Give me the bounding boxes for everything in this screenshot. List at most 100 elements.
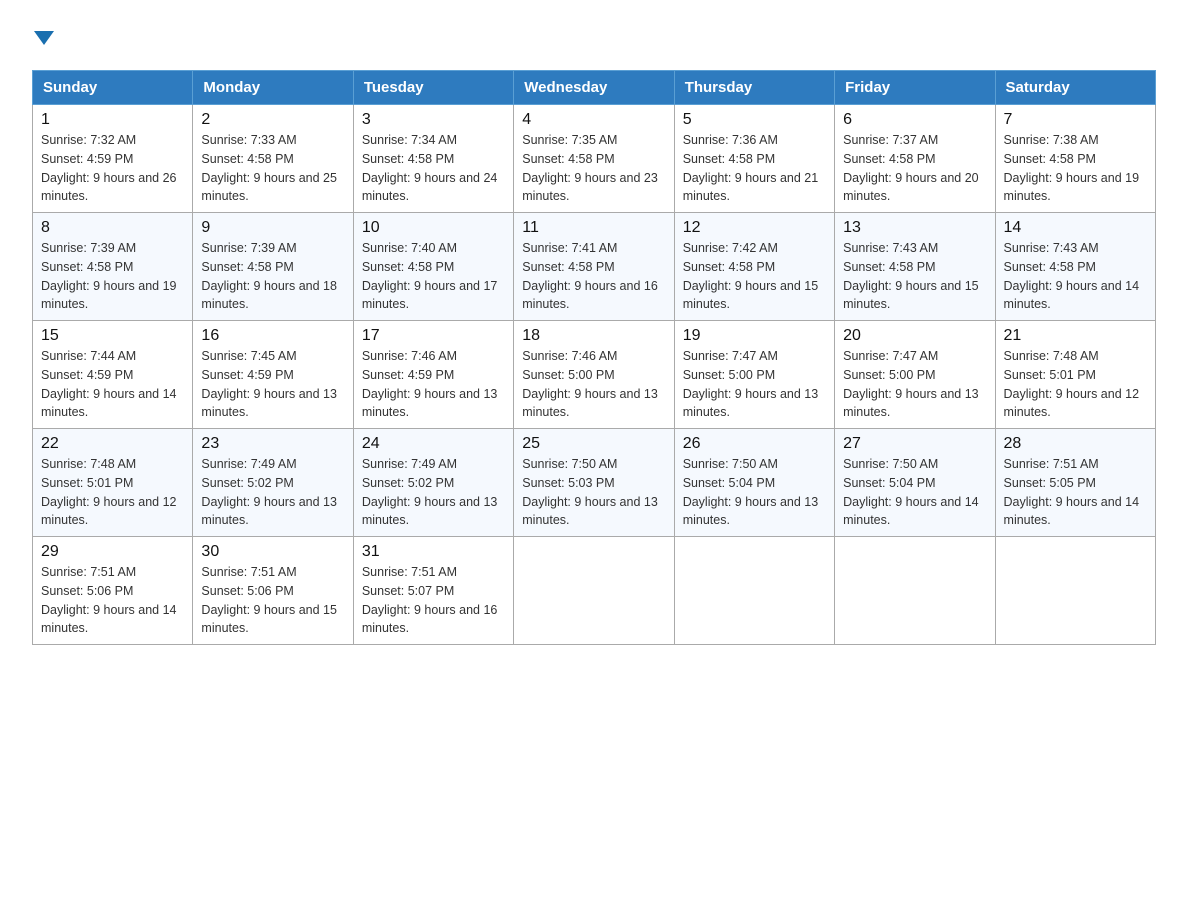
daylight-label: Daylight: 9 hours and 13 minutes. bbox=[683, 387, 819, 420]
week-row-4: 22 Sunrise: 7:48 AM Sunset: 5:01 PM Dayl… bbox=[33, 429, 1156, 537]
calendar-table: SundayMondayTuesdayWednesdayThursdayFrid… bbox=[32, 70, 1156, 645]
daylight-label: Daylight: 9 hours and 24 minutes. bbox=[362, 171, 498, 204]
sunset-label: Sunset: 4:58 PM bbox=[522, 260, 614, 274]
sunrise-label: Sunrise: 7:50 AM bbox=[522, 457, 617, 471]
day-cell-6: 6 Sunrise: 7:37 AM Sunset: 4:58 PM Dayli… bbox=[835, 105, 995, 213]
sunrise-label: Sunrise: 7:49 AM bbox=[201, 457, 296, 471]
sunset-label: Sunset: 5:06 PM bbox=[41, 584, 133, 598]
sunset-label: Sunset: 4:59 PM bbox=[41, 152, 133, 166]
day-cell-26: 26 Sunrise: 7:50 AM Sunset: 5:04 PM Dayl… bbox=[674, 429, 834, 537]
day-info: Sunrise: 7:40 AM Sunset: 4:58 PM Dayligh… bbox=[362, 239, 505, 314]
day-info: Sunrise: 7:39 AM Sunset: 4:58 PM Dayligh… bbox=[41, 239, 184, 314]
sunrise-label: Sunrise: 7:40 AM bbox=[362, 241, 457, 255]
sunset-label: Sunset: 4:58 PM bbox=[1004, 260, 1096, 274]
sunrise-label: Sunrise: 7:38 AM bbox=[1004, 133, 1099, 147]
day-number: 22 bbox=[41, 435, 184, 453]
sunrise-label: Sunrise: 7:51 AM bbox=[1004, 457, 1099, 471]
day-number: 18 bbox=[522, 327, 665, 345]
day-cell-21: 21 Sunrise: 7:48 AM Sunset: 5:01 PM Dayl… bbox=[995, 321, 1155, 429]
sunset-label: Sunset: 4:58 PM bbox=[362, 152, 454, 166]
day-info: Sunrise: 7:36 AM Sunset: 4:58 PM Dayligh… bbox=[683, 131, 826, 206]
day-cell-4: 4 Sunrise: 7:35 AM Sunset: 4:58 PM Dayli… bbox=[514, 105, 674, 213]
day-info: Sunrise: 7:43 AM Sunset: 4:58 PM Dayligh… bbox=[843, 239, 986, 314]
sunset-label: Sunset: 4:58 PM bbox=[201, 152, 293, 166]
sunset-label: Sunset: 4:58 PM bbox=[683, 260, 775, 274]
day-cell-5: 5 Sunrise: 7:36 AM Sunset: 4:58 PM Dayli… bbox=[674, 105, 834, 213]
day-info: Sunrise: 7:51 AM Sunset: 5:05 PM Dayligh… bbox=[1004, 455, 1147, 530]
day-cell-2: 2 Sunrise: 7:33 AM Sunset: 4:58 PM Dayli… bbox=[193, 105, 353, 213]
day-cell-13: 13 Sunrise: 7:43 AM Sunset: 4:58 PM Dayl… bbox=[835, 213, 995, 321]
week-row-2: 8 Sunrise: 7:39 AM Sunset: 4:58 PM Dayli… bbox=[33, 213, 1156, 321]
sunrise-label: Sunrise: 7:35 AM bbox=[522, 133, 617, 147]
day-info: Sunrise: 7:43 AM Sunset: 4:58 PM Dayligh… bbox=[1004, 239, 1147, 314]
empty-cell bbox=[514, 537, 674, 645]
daylight-label: Daylight: 9 hours and 12 minutes. bbox=[41, 495, 177, 528]
sunrise-label: Sunrise: 7:47 AM bbox=[683, 349, 778, 363]
sunrise-label: Sunrise: 7:33 AM bbox=[201, 133, 296, 147]
day-info: Sunrise: 7:50 AM Sunset: 5:04 PM Dayligh… bbox=[843, 455, 986, 530]
day-cell-12: 12 Sunrise: 7:42 AM Sunset: 4:58 PM Dayl… bbox=[674, 213, 834, 321]
day-number: 19 bbox=[683, 327, 826, 345]
daylight-label: Daylight: 9 hours and 12 minutes. bbox=[1004, 387, 1140, 420]
logo bbox=[32, 24, 54, 50]
sunset-label: Sunset: 4:58 PM bbox=[1004, 152, 1096, 166]
daylight-label: Daylight: 9 hours and 21 minutes. bbox=[683, 171, 819, 204]
daylight-label: Daylight: 9 hours and 25 minutes. bbox=[201, 171, 337, 204]
sunset-label: Sunset: 4:58 PM bbox=[201, 260, 293, 274]
day-number: 7 bbox=[1004, 111, 1147, 129]
daylight-label: Daylight: 9 hours and 19 minutes. bbox=[1004, 171, 1140, 204]
sunrise-label: Sunrise: 7:44 AM bbox=[41, 349, 136, 363]
daylight-label: Daylight: 9 hours and 13 minutes. bbox=[522, 387, 658, 420]
sunset-label: Sunset: 5:04 PM bbox=[843, 476, 935, 490]
sunrise-label: Sunrise: 7:43 AM bbox=[843, 241, 938, 255]
day-info: Sunrise: 7:44 AM Sunset: 4:59 PM Dayligh… bbox=[41, 347, 184, 422]
day-number: 1 bbox=[41, 111, 184, 129]
day-cell-15: 15 Sunrise: 7:44 AM Sunset: 4:59 PM Dayl… bbox=[33, 321, 193, 429]
day-info: Sunrise: 7:41 AM Sunset: 4:58 PM Dayligh… bbox=[522, 239, 665, 314]
sunset-label: Sunset: 5:02 PM bbox=[362, 476, 454, 490]
empty-cell bbox=[835, 537, 995, 645]
sunset-label: Sunset: 5:02 PM bbox=[201, 476, 293, 490]
sunset-label: Sunset: 4:59 PM bbox=[362, 368, 454, 382]
daylight-label: Daylight: 9 hours and 14 minutes. bbox=[1004, 279, 1140, 312]
sunset-label: Sunset: 5:04 PM bbox=[683, 476, 775, 490]
daylight-label: Daylight: 9 hours and 16 minutes. bbox=[362, 603, 498, 636]
sunrise-label: Sunrise: 7:34 AM bbox=[362, 133, 457, 147]
day-info: Sunrise: 7:47 AM Sunset: 5:00 PM Dayligh… bbox=[843, 347, 986, 422]
daylight-label: Daylight: 9 hours and 14 minutes. bbox=[41, 603, 177, 636]
daylight-label: Daylight: 9 hours and 15 minutes. bbox=[843, 279, 979, 312]
page-header bbox=[32, 24, 1156, 50]
day-number: 25 bbox=[522, 435, 665, 453]
sunrise-label: Sunrise: 7:48 AM bbox=[1004, 349, 1099, 363]
sunrise-label: Sunrise: 7:46 AM bbox=[362, 349, 457, 363]
calendar-header: SundayMondayTuesdayWednesdayThursdayFrid… bbox=[33, 71, 1156, 105]
sunset-label: Sunset: 5:01 PM bbox=[1004, 368, 1096, 382]
daylight-label: Daylight: 9 hours and 19 minutes. bbox=[41, 279, 177, 312]
sunset-label: Sunset: 4:58 PM bbox=[843, 152, 935, 166]
col-header-sunday: Sunday bbox=[33, 71, 193, 105]
day-info: Sunrise: 7:50 AM Sunset: 5:04 PM Dayligh… bbox=[683, 455, 826, 530]
daylight-label: Daylight: 9 hours and 13 minutes. bbox=[201, 495, 337, 528]
day-number: 5 bbox=[683, 111, 826, 129]
col-header-thursday: Thursday bbox=[674, 71, 834, 105]
col-header-wednesday: Wednesday bbox=[514, 71, 674, 105]
day-number: 15 bbox=[41, 327, 184, 345]
day-cell-23: 23 Sunrise: 7:49 AM Sunset: 5:02 PM Dayl… bbox=[193, 429, 353, 537]
day-cell-30: 30 Sunrise: 7:51 AM Sunset: 5:06 PM Dayl… bbox=[193, 537, 353, 645]
day-info: Sunrise: 7:35 AM Sunset: 4:58 PM Dayligh… bbox=[522, 131, 665, 206]
day-number: 11 bbox=[522, 219, 665, 237]
daylight-label: Daylight: 9 hours and 13 minutes. bbox=[683, 495, 819, 528]
sunset-label: Sunset: 5:00 PM bbox=[683, 368, 775, 382]
calendar-body: 1 Sunrise: 7:32 AM Sunset: 4:59 PM Dayli… bbox=[33, 105, 1156, 645]
sunrise-label: Sunrise: 7:45 AM bbox=[201, 349, 296, 363]
day-info: Sunrise: 7:45 AM Sunset: 4:59 PM Dayligh… bbox=[201, 347, 344, 422]
day-number: 17 bbox=[362, 327, 505, 345]
daylight-label: Daylight: 9 hours and 14 minutes. bbox=[843, 495, 979, 528]
day-info: Sunrise: 7:33 AM Sunset: 4:58 PM Dayligh… bbox=[201, 131, 344, 206]
day-number: 31 bbox=[362, 543, 505, 561]
sunrise-label: Sunrise: 7:37 AM bbox=[843, 133, 938, 147]
week-row-5: 29 Sunrise: 7:51 AM Sunset: 5:06 PM Dayl… bbox=[33, 537, 1156, 645]
day-number: 2 bbox=[201, 111, 344, 129]
empty-cell bbox=[995, 537, 1155, 645]
day-number: 10 bbox=[362, 219, 505, 237]
